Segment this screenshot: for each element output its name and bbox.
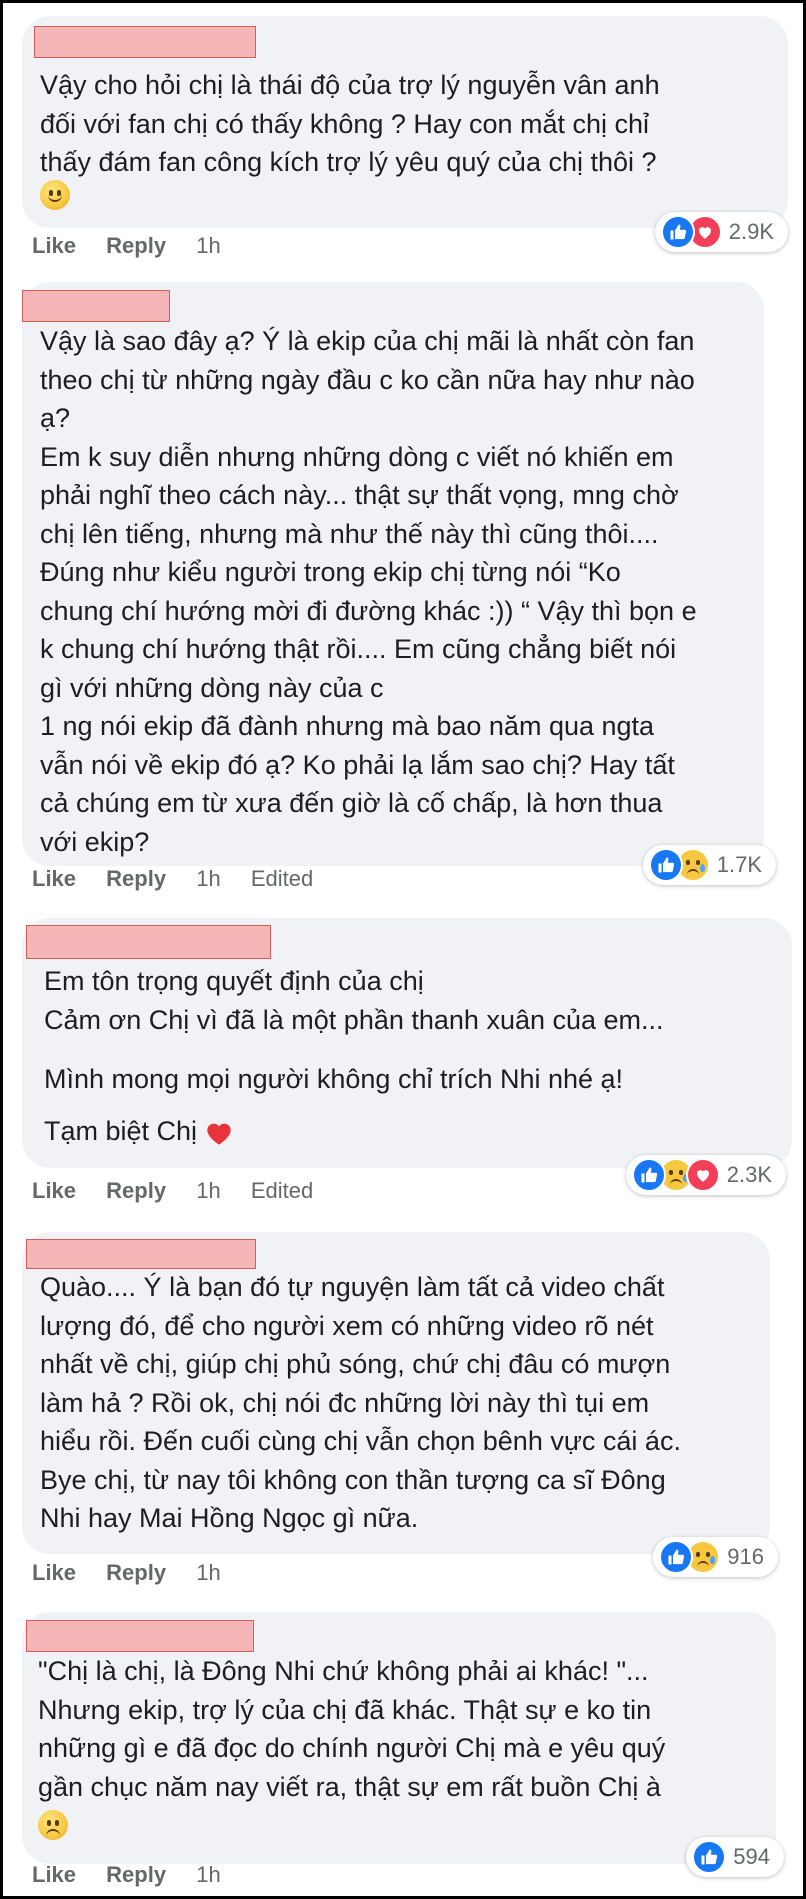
reaction-count: 916: [727, 1544, 764, 1569]
edited-label[interactable]: Edited: [251, 1178, 313, 1203]
love-reaction-icon: [685, 1158, 720, 1192]
reply-link[interactable]: Reply: [106, 1178, 166, 1203]
reaction-summary[interactable]: 1.7K: [642, 845, 776, 885]
comment-actions: Like Reply 1h: [32, 1862, 245, 1888]
timestamp[interactable]: 1h: [196, 866, 220, 891]
like-reaction-icon: [692, 1840, 727, 1874]
redacted-author-name[interactable]: [26, 1239, 256, 1269]
reaction-count: 2.3K: [726, 1162, 772, 1187]
comment-emoji: [38, 1810, 68, 1840]
timestamp[interactable]: 1h: [196, 1560, 220, 1585]
timestamp[interactable]: 1h: [196, 1862, 220, 1887]
comment-text: Quào.... Ý là bạn đó tự nguyện làm tất c…: [40, 1272, 681, 1533]
comment-text-span: Tạm biệt Chị: [44, 1116, 198, 1146]
comment-actions: Like Reply 1h Edited: [32, 866, 337, 892]
like-link[interactable]: Like: [32, 866, 76, 891]
redacted-author-name[interactable]: [26, 925, 271, 959]
pensive-face-icon: [38, 1810, 68, 1840]
reaction-summary[interactable]: 594: [686, 1837, 784, 1877]
comment-text-line: Mình mong mọi người không chỉ trích Nhi …: [44, 1064, 624, 1094]
slightly-smiling-face-icon: [40, 180, 70, 210]
like-reaction-icon: [660, 215, 695, 249]
reaction-summary[interactable]: 2.3K: [625, 1155, 786, 1195]
reaction-summary[interactable]: 916: [653, 1537, 778, 1577]
redacted-author-name[interactable]: [34, 26, 256, 58]
comment-text: Em tôn trọng quyết định của chị Cảm ơn C…: [44, 966, 664, 1035]
like-reaction-icon: [659, 1540, 694, 1574]
timestamp[interactable]: 1h: [196, 1178, 220, 1203]
reaction-count: 2.9K: [728, 219, 774, 244]
comment-text: Vậy là sao đây ạ? Ý là ekip của chị mãi …: [40, 326, 697, 857]
like-link[interactable]: Like: [32, 1862, 76, 1887]
reply-link[interactable]: Reply: [106, 866, 166, 891]
redacted-author-name[interactable]: [26, 1620, 254, 1652]
like-reaction-icon: [648, 848, 683, 882]
reply-link[interactable]: Reply: [106, 1560, 166, 1585]
reaction-summary[interactable]: 2.9K: [654, 212, 788, 252]
comment-text: Vậy cho hỏi chị là thái độ của trợ lý ng…: [40, 70, 660, 177]
redacted-author-name[interactable]: [22, 290, 170, 322]
reply-link[interactable]: Reply: [106, 1862, 166, 1887]
comment-text-line: Tạm biệt Chị: [44, 1116, 233, 1147]
comment-actions: Like Reply 1h: [32, 1560, 245, 1586]
reaction-count: 1.7K: [716, 852, 762, 877]
like-link[interactable]: Like: [32, 233, 76, 258]
comment-text: "Chị là chị, là Đông Nhi chứ không phải …: [38, 1656, 666, 1802]
red-heart-icon: [205, 1120, 233, 1146]
comment-actions: Like Reply 1h Edited: [32, 1178, 337, 1204]
reaction-count: 594: [733, 1844, 770, 1869]
like-link[interactable]: Like: [32, 1178, 76, 1203]
like-link[interactable]: Like: [32, 1560, 76, 1585]
comment-actions: Like Reply 1h: [32, 233, 245, 259]
like-reaction-icon: [631, 1158, 666, 1192]
comment-emoji: [40, 180, 70, 210]
timestamp[interactable]: 1h: [196, 233, 220, 258]
edited-label[interactable]: Edited: [251, 866, 313, 891]
reply-link[interactable]: Reply: [106, 233, 166, 258]
